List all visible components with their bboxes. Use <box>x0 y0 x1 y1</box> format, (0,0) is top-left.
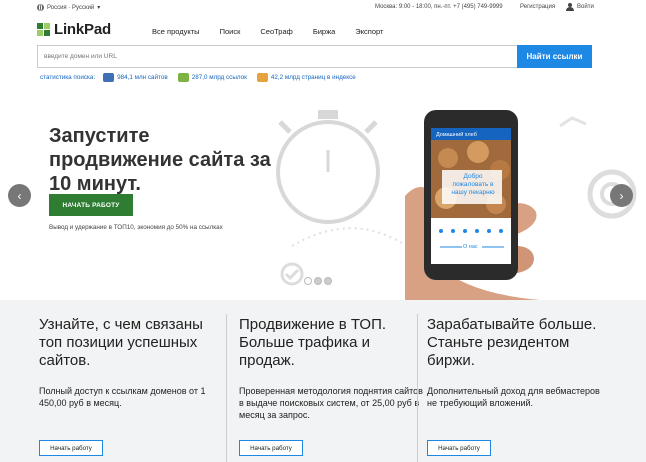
stats-label: статистика поиска: <box>40 74 96 81</box>
logo[interactable]: LinkPad <box>37 21 111 38</box>
main-nav: Все продукты Поиск СеоТраф Биржа Экспорт <box>152 27 403 36</box>
divider <box>226 314 227 462</box>
features-section: Узнайте, с чем связаны топ позиции успеш… <box>0 300 646 462</box>
logo-mark-icon <box>37 23 50 36</box>
feature-start-button[interactable]: Начать работу <box>39 440 103 456</box>
stat-pages-text: 42,2 млрд страниц в индексе <box>270 74 356 81</box>
feature-start-button[interactable]: Начать работу <box>427 440 491 456</box>
phone-banner-text: Добро пожаловать в нашу пекарню <box>451 173 495 196</box>
phone-link-text: О нас <box>463 244 478 250</box>
feature-card: Узнайте, с чем связаны топ позиции успеш… <box>39 316 224 409</box>
chevron-right-icon: › <box>619 188 624 203</box>
login-link[interactable]: Войти <box>566 3 594 11</box>
logo-text: LinkPad <box>54 21 111 38</box>
hero-subtitle: Вывод и удержание в ТОП10, экономия до 5… <box>49 224 223 231</box>
login-label: Войти <box>577 4 594 10</box>
phone-header-text: Домашний хлеб <box>436 132 477 138</box>
chevron-left-icon: ‹ <box>17 188 22 203</box>
feature-title: Узнайте, с чем связаны топ позиции успеш… <box>39 316 203 369</box>
slider-dot[interactable] <box>324 277 332 285</box>
slider-dots <box>304 277 332 285</box>
slider-dot[interactable] <box>304 277 312 285</box>
stopwatch-icon <box>276 110 380 224</box>
stat-sites: 984,1 млн сайтов <box>103 73 168 82</box>
feature-card: Зарабатывайте больше. Станьте резидентом… <box>427 316 612 409</box>
start-work-button[interactable]: НАЧАТЬ РАБОТУ <box>49 194 133 216</box>
feature-start-button[interactable]: Начать работу <box>239 440 303 456</box>
feature-title: Продвижение в ТОП. Больше трафика и прод… <box>239 316 387 369</box>
nav-item-export[interactable]: Экспорт <box>355 27 383 36</box>
nav-item-search[interactable]: Поиск <box>220 27 241 36</box>
nav-item-exchange[interactable]: Биржа <box>313 27 335 36</box>
domain-search-input[interactable] <box>37 45 517 68</box>
feature-title: Зарабатывайте больше. Станьте резидентом… <box>427 316 597 369</box>
chevron-down-icon: ▾ <box>97 5 101 11</box>
globe-icon <box>37 4 44 11</box>
slider-prev-button[interactable]: ‹ <box>8 184 31 207</box>
globe-stat-icon <box>103 73 115 82</box>
find-links-button[interactable]: Найти ссылки <box>517 45 592 68</box>
feature-text: Проверенная методология поднятия сайтов … <box>239 386 423 420</box>
nav-item-seotraf[interactable]: СеоТраф <box>260 27 292 36</box>
slider-next-button[interactable]: › <box>610 184 633 207</box>
feature-card: Продвижение в ТОП. Больше трафика и прод… <box>239 316 424 421</box>
divider <box>417 314 418 462</box>
language-label: Россия · Русский <box>47 4 95 11</box>
register-link[interactable]: Регистрация <box>520 4 555 10</box>
hero-slider: Домашний хлеб Добро пожаловать в нашу пе… <box>0 86 646 300</box>
feature-text: Дополнительный доход для вебмастеров не … <box>427 386 600 408</box>
check-circle-icon <box>280 262 304 286</box>
pages-stat-icon <box>256 73 268 82</box>
feature-text: Полный доступ к ссылкам доменов от 1 450… <box>39 386 206 408</box>
stat-links: 287,0 млрд ссылок <box>177 73 247 82</box>
contact-info: Москва: 9:00 - 18:00, пн.-пт. +7 (495) 7… <box>375 4 503 10</box>
stat-links-text: 287,0 млрд ссылок <box>191 74 247 81</box>
language-selector[interactable]: Россия · Русский ▾ <box>37 4 100 11</box>
stat-pages: 42,2 млрд страниц в индексе <box>256 73 356 82</box>
link-stat-icon <box>177 73 189 82</box>
hero-title: Запустите продвижение сайта за 10 минут. <box>49 125 271 195</box>
slider-dot[interactable] <box>314 277 322 285</box>
search-stats: статистика поиска: 984,1 млн сайтов 287,… <box>40 73 366 82</box>
stat-sites-text: 984,1 млн сайтов <box>117 74 168 81</box>
top-bar: Россия · Русский ▾ Москва: 9:00 - 18:00,… <box>0 0 646 16</box>
user-icon <box>566 3 574 11</box>
nav-item-all-products[interactable]: Все продукты <box>152 27 200 36</box>
